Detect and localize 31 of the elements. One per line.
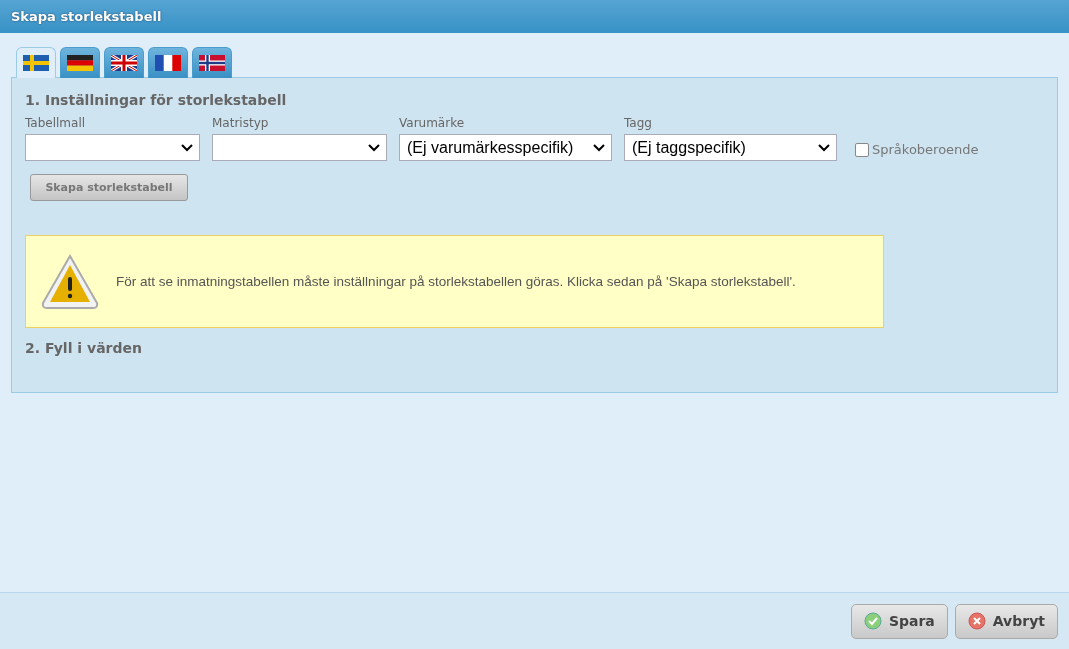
cancel-button[interactable]: Avbryt	[954, 603, 1058, 639]
section-heading: 1. Inställningar för storlekstabell	[25, 92, 288, 108]
window-title: Skapa storlekstabell	[11, 9, 162, 24]
warning-text: För att se inmatningstabellen måste inställningar på storlekstabellen göras. Klicka sedan på 'Skapa storlekstabell'.	[116, 274, 796, 289]
checkbox[interactable]	[855, 142, 869, 157]
flag-icon	[67, 55, 93, 71]
warning-icon	[40, 252, 100, 311]
chevron-down-icon	[181, 143, 193, 152]
field-label: Tagg	[624, 116, 653, 130]
checkbox-label: Språkoberoende	[872, 142, 979, 157]
flag-icon	[199, 55, 225, 71]
language-tab[interactable]	[16, 47, 56, 78]
chevron-down-icon	[593, 143, 605, 152]
dropdown[interactable]: (Ej taggspecifik)	[624, 134, 837, 161]
language-tab[interactable]	[60, 47, 100, 78]
flag-icon	[111, 55, 137, 71]
dropdown[interactable]: (Ej varumärkesspecifik)	[399, 134, 612, 161]
language-tab[interactable]	[104, 47, 144, 78]
language-tab[interactable]	[148, 47, 188, 78]
save-button[interactable]: Spara	[850, 603, 948, 639]
flag-icon	[23, 55, 49, 71]
chevron-down-icon	[818, 143, 830, 152]
close-icon	[967, 612, 986, 630]
flag-icon	[155, 55, 181, 71]
language-tab[interactable]	[192, 47, 232, 78]
field-label: Tabellmall	[25, 116, 87, 130]
field-label: Matristyp	[212, 116, 270, 130]
section-heading: 2. Fyll i värden	[25, 340, 143, 356]
checkmark-icon	[863, 612, 882, 630]
field-label: Varumärke	[399, 116, 466, 130]
chevron-down-icon	[368, 143, 380, 152]
